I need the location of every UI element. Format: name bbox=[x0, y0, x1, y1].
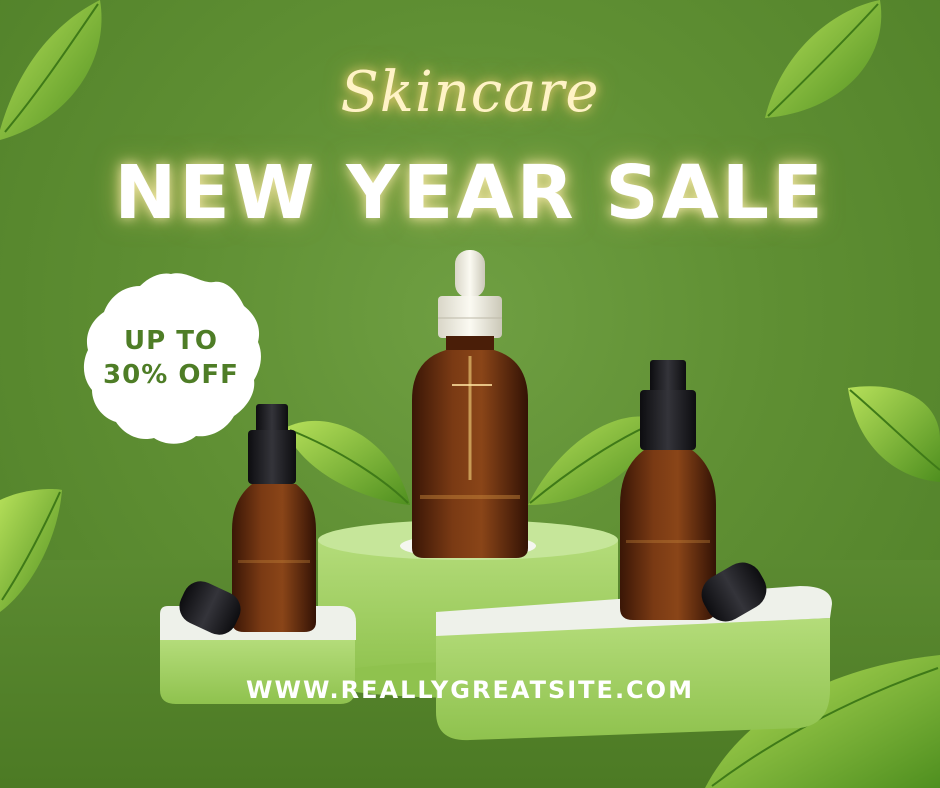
leaf-mid-left bbox=[0, 489, 62, 612]
dropper-bottle bbox=[412, 250, 528, 558]
website-link[interactable]: WWW.REALLYGREATSITE.COM bbox=[0, 676, 940, 704]
main-title: NEW YEAR SALE bbox=[114, 150, 826, 236]
leaf-mid-right bbox=[848, 386, 940, 482]
badge-text: UP TO 30% OFF bbox=[78, 324, 264, 392]
badge-line-1: UP TO bbox=[123, 326, 219, 356]
poster: Skincare NEW YEAR SALE UP TO 30% OFF WWW… bbox=[0, 0, 940, 788]
badge-line-2: 30% OFF bbox=[103, 360, 239, 390]
script-title: Skincare bbox=[340, 60, 600, 125]
pump-bottle-right bbox=[620, 360, 716, 620]
discount-badge: UP TO 30% OFF bbox=[78, 268, 264, 448]
